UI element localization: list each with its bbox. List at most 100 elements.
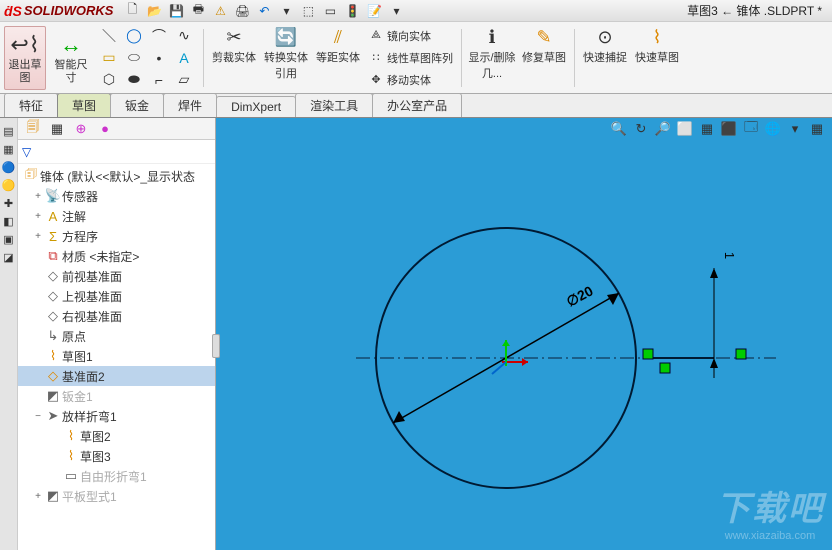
quick-sketch-button[interactable]: ⌇ 快速草图 (633, 27, 681, 89)
pattern-icon: ∷ (368, 51, 384, 64)
expander-icon[interactable]: + (32, 211, 44, 222)
arc-icon[interactable]: ⌒ (148, 26, 170, 46)
tree-item[interactable]: ↳原点 (18, 326, 215, 346)
tree-item-icon: ◇ (44, 288, 62, 304)
qat-undo-icon[interactable]: ↶ (255, 2, 273, 20)
lb-icon[interactable]: ◧ (2, 214, 16, 228)
trim-label: 剪裁实体 (212, 49, 256, 65)
slot-icon[interactable]: ⬭ (123, 48, 145, 68)
tree-item-label: 自由形折弯1 (80, 468, 147, 485)
tree-item[interactable]: ⌇草图3 (18, 446, 215, 466)
tab-sketch[interactable]: 草图 (57, 93, 111, 117)
qat-select-icon[interactable]: ⬚ (299, 2, 317, 20)
mirror-label: 镜向实体 (387, 28, 431, 44)
tree-item-icon: ◇ (44, 268, 62, 284)
lb-icon[interactable]: ▤ (2, 124, 16, 138)
tree-item[interactable]: ⌇草图1 (18, 346, 215, 366)
move-button[interactable]: ✥移动实体 (368, 70, 453, 90)
lb-icon[interactable]: 🔵 (2, 160, 16, 174)
tree-item[interactable]: ◇上视基准面 (18, 286, 215, 306)
qat-print-icon[interactable]: 🖶 (189, 2, 207, 20)
qat-light-icon[interactable]: 🚦 (343, 2, 361, 20)
tree-root[interactable]: 🗊 锥体 (默认<<默认>_显示状态 (18, 166, 215, 186)
offset-button[interactable]: ⫽ 等距实体 (314, 27, 362, 89)
lb-icon[interactable]: ◪ (2, 250, 16, 264)
offset-label: 等距实体 (316, 49, 360, 65)
tree-item[interactable]: ◇右视基准面 (18, 306, 215, 326)
filter-icon[interactable]: ▽ (22, 145, 31, 159)
sketch-canvas[interactable]: 🔍 ↻ 🔎 ⬜ ▦ ⬛ 🗔 🌐 ▾ ▦ (216, 118, 832, 550)
smart-dimension-button[interactable]: ↔ 智能尺寸 (50, 26, 92, 90)
qat-redo-icon[interactable]: ▾ (277, 2, 295, 20)
circle-icon[interactable]: ◯ (123, 26, 145, 46)
lb-icon[interactable]: ▣ (2, 232, 16, 246)
lb-icon[interactable]: ▦ (2, 142, 16, 156)
lb-icon[interactable]: ✚ (2, 196, 16, 210)
trim-button[interactable]: ✂ 剪裁实体 (210, 27, 258, 89)
text-icon[interactable]: A (173, 48, 195, 68)
fillet-icon[interactable]: ⌐ (148, 70, 170, 90)
tree-item[interactable]: ▭自由形折弯1 (18, 466, 215, 486)
tree-item-label: 放样折弯1 (62, 408, 117, 425)
ellipse-icon[interactable]: ⬬ (123, 70, 145, 90)
tree-item-label: 平板型式1 (62, 488, 117, 505)
tree-tab-appear-icon[interactable]: ● (94, 120, 116, 138)
tree-tab-feature-icon[interactable]: 🗐 (22, 120, 44, 138)
pattern-button[interactable]: ∷线性草图阵列 (368, 48, 453, 68)
spline-icon[interactable]: ∿ (173, 26, 195, 46)
tree-item[interactable]: −➤放样折弯1 (18, 406, 215, 426)
tab-sheetmetal[interactable]: 钣金 (110, 93, 164, 117)
tree-item[interactable]: ◇前视基准面 (18, 266, 215, 286)
tree-item[interactable]: ◇基准面2 (18, 366, 215, 386)
tree-tab-config-icon[interactable]: ▦ (46, 120, 68, 138)
expander-icon[interactable]: + (32, 191, 44, 202)
dimension-one[interactable]: 1 (722, 252, 737, 259)
snap-button[interactable]: ⊙ 快速捕捉 (581, 27, 629, 89)
tab-feature[interactable]: 特征 (4, 93, 58, 117)
tree-item[interactable]: ◩钣金1 (18, 386, 215, 406)
display-icon: ℹ (489, 27, 496, 49)
expander-icon[interactable]: + (32, 231, 44, 242)
document-title: 草图3 ← 锥体 .SLDPRT * (687, 2, 822, 19)
tab-weldment[interactable]: 焊件 (163, 93, 217, 117)
mirror-button[interactable]: ⟁镜向实体 (368, 26, 453, 46)
qat-print2-icon[interactable]: 🖨 (233, 2, 251, 20)
qat-opts-icon[interactable]: ▾ (387, 2, 405, 20)
plane-icon[interactable]: ▱ (173, 70, 195, 90)
tree-item[interactable]: +A注解 (18, 206, 215, 226)
tree-item[interactable]: ⌇草图2 (18, 426, 215, 446)
tree-item[interactable]: +📡传感器 (18, 186, 215, 206)
qat-open-icon[interactable]: 📂 (145, 2, 163, 20)
convert-button[interactable]: 🔄 转换实体引用 (262, 27, 310, 89)
trim-icon: ✂ (226, 27, 241, 49)
tab-office[interactable]: 办公室产品 (372, 93, 462, 117)
repair-icon: ✎ (536, 27, 551, 49)
repair-button[interactable]: ✎ 修复草图 (520, 27, 568, 89)
tree-item[interactable]: ⧉材质 <未指定> (18, 246, 215, 266)
expander-icon[interactable]: + (32, 491, 44, 502)
display-delete-button[interactable]: ℹ 显示/删除几... (468, 27, 516, 89)
qat-save-icon[interactable]: 💾 (167, 2, 185, 20)
qat-warn-icon[interactable]: ⚠ (211, 2, 229, 20)
tree-item-icon: A (44, 209, 62, 224)
exit-sketch-button[interactable]: ↩⌇ 退出草图 (4, 26, 46, 90)
tree-item[interactable]: +Σ方程序 (18, 226, 215, 246)
tab-render[interactable]: 渲染工具 (295, 93, 373, 117)
quick-label: 快速草图 (635, 49, 679, 65)
tree-item[interactable]: +◩平板型式1 (18, 486, 215, 506)
rect-icon[interactable]: ▭ (98, 48, 120, 68)
line-icon[interactable]: ＼ (98, 26, 120, 46)
tree-item-icon: ▭ (62, 468, 80, 484)
tree-body[interactable]: 🗊 锥体 (默认<<默认>_显示状态 +📡传感器+A注解+Σ方程序⧉材质 <未指… (18, 164, 215, 550)
point-icon[interactable]: • (148, 48, 170, 68)
poly-icon[interactable]: ⬡ (98, 70, 120, 90)
qat-rect-icon[interactable]: ▭ (321, 2, 339, 20)
lb-icon[interactable]: 🟡 (2, 178, 16, 192)
qat-note-icon[interactable]: 📝 (365, 2, 383, 20)
tab-dimxpert[interactable]: DimXpert (216, 96, 296, 117)
qat-new-icon[interactable]: 🗋 (123, 2, 141, 20)
left-sidebar: ▤ ▦ 🔵 🟡 ✚ ◧ ▣ ◪ (0, 118, 18, 550)
expander-icon[interactable]: − (32, 411, 44, 422)
watermark-text: 下载吧 (716, 490, 824, 528)
tree-tab-prop-icon[interactable]: ⊕ (70, 120, 92, 138)
